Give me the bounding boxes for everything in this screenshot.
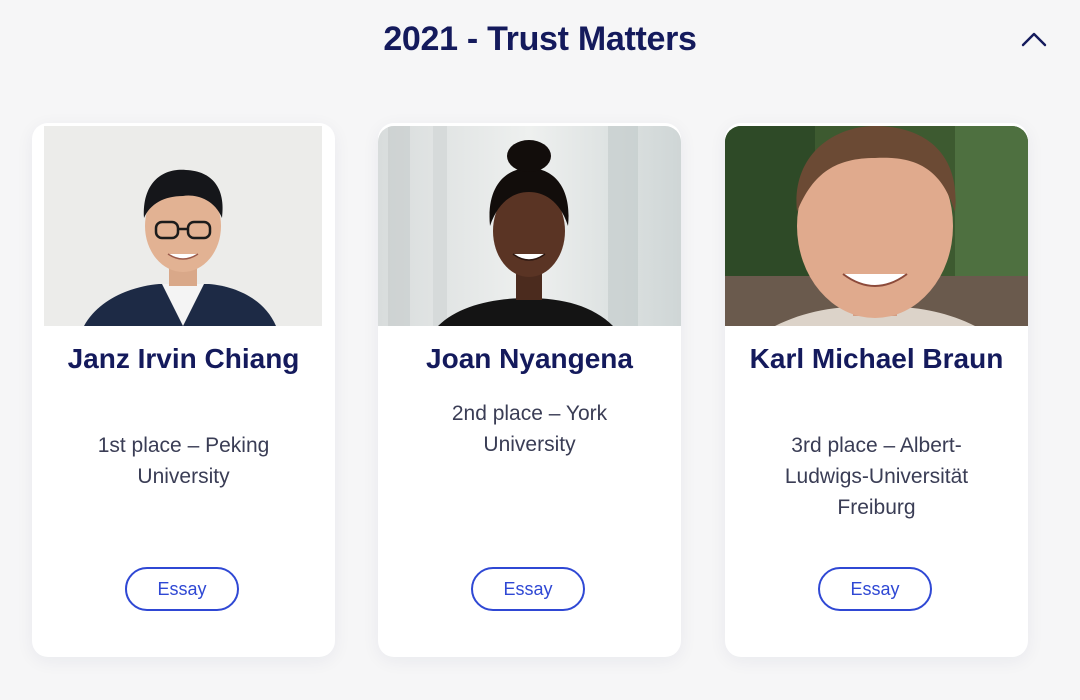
essay-button[interactable]: Essay — [471, 567, 585, 611]
winner-photo — [378, 126, 681, 326]
winners-section: 2021 - Trust Matters Janz Irvin Chiang 1… — [0, 0, 1080, 700]
collapse-button[interactable] — [1010, 22, 1058, 60]
winner-place: 1st place – Peking University — [97, 434, 270, 488]
essay-button[interactable]: Essay — [125, 567, 239, 611]
chevron-up-icon — [1020, 30, 1048, 53]
winner-cards: Janz Irvin Chiang 1st place – Peking Uni… — [32, 123, 1032, 663]
winner-place: 2nd place – York University — [451, 402, 608, 456]
winner-photo — [44, 126, 322, 326]
winner-name: Karl Michael Braun — [749, 343, 1004, 374]
section-title: 2021 - Trust Matters — [383, 20, 697, 58]
essay-button[interactable]: Essay — [818, 567, 932, 611]
winner-name: Janz Irvin Chiang — [67, 343, 300, 374]
winner-card: Janz Irvin Chiang 1st place – Peking Uni… — [32, 123, 335, 657]
winner-photo — [725, 126, 1028, 326]
winner-place: 3rd place – Albert-Ludwigs-Universität F… — [784, 434, 969, 519]
winner-name: Joan Nyangena — [426, 343, 633, 374]
winner-card: Karl Michael Braun 3rd place – Albert-Lu… — [725, 123, 1028, 657]
winner-card: Joan Nyangena 2nd place – York Universit… — [378, 123, 681, 657]
